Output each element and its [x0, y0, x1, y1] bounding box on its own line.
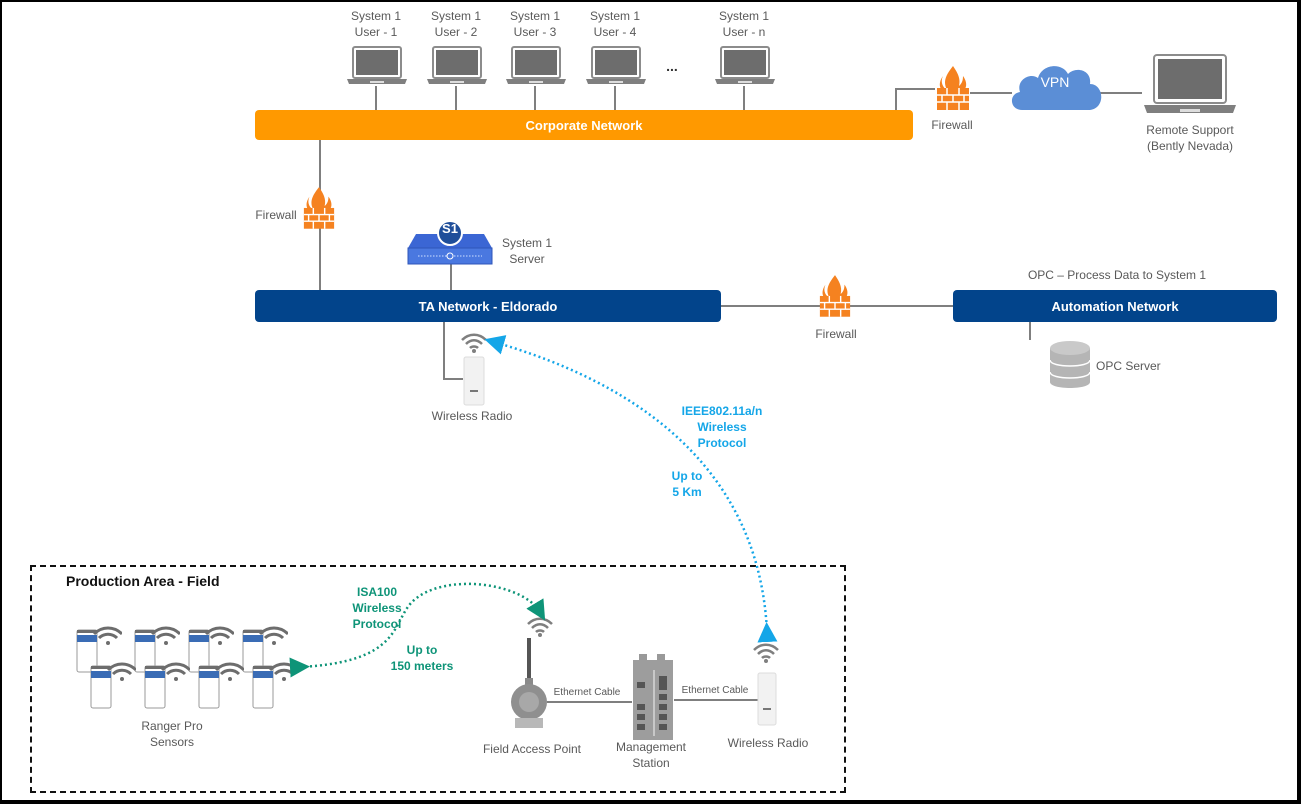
isa100-wireless-link	[289, 582, 546, 678]
ieee-wireless-link	[484, 335, 778, 643]
diagram-canvas: System 1 User - 1 System 1 User - 2 System…	[2, 2, 1297, 800]
wireless-links-layer	[289, 335, 778, 678]
